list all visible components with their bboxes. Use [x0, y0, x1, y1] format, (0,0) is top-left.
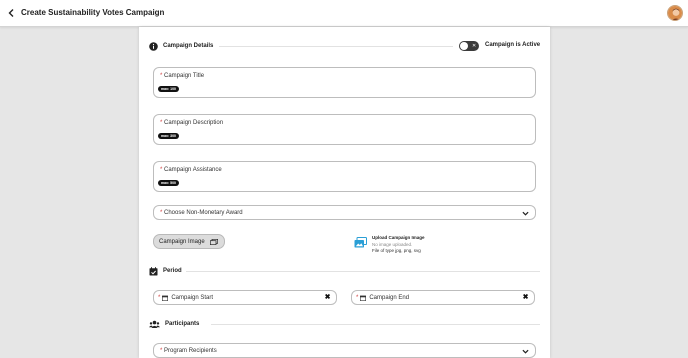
required-marker: * [160, 167, 163, 173]
required-marker: * [160, 210, 163, 216]
campaign-assistance-label: * Campaign Assistance [160, 167, 222, 173]
section-campaign-details: Campaign Details [149, 40, 213, 52]
select-placeholder-text: Program Recipients [164, 348, 217, 354]
select-placeholder: * Program Recipients [160, 348, 217, 354]
chevron-down-icon [522, 349, 529, 354]
max-length-badge: max: 500 [158, 180, 179, 186]
page-title: Create Sustainability Votes Campaign [21, 8, 165, 17]
toggle-knob [460, 42, 468, 50]
non-monetary-award-select[interactable]: * Choose Non-Monetary Award [153, 205, 536, 220]
max-length-badge: max: 300 [158, 133, 179, 139]
chevron-left-icon [8, 9, 14, 17]
campaign-active-toggle[interactable]: ✕ [459, 41, 479, 51]
campaign-end-date-field[interactable]: * Campaign End ✖ [351, 290, 535, 305]
campaign-description-field[interactable]: * Campaign Description max: 300 [153, 114, 536, 145]
upload-status: No image uploaded. [372, 242, 413, 247]
campaign-assistance-field[interactable]: * Campaign Assistance max: 500 [153, 161, 536, 192]
upload-image-icon[interactable] [354, 237, 367, 248]
section-label-period: Period [163, 268, 182, 274]
campaign-end-label: * Campaign End [356, 295, 409, 301]
upload-file-types: File of type jpg, png, svg [372, 248, 421, 253]
select-placeholder: * Choose Non-Monetary Award [160, 210, 243, 216]
campaign-title-field[interactable]: * Campaign Title max: 100 [153, 67, 536, 98]
close-icon: ✕ [472, 43, 477, 49]
required-marker: * [160, 348, 163, 354]
field-label-text: Campaign Assistance [164, 167, 222, 173]
calendar-check-icon [149, 266, 158, 276]
section-period: Period [149, 265, 182, 277]
calendar-icon [162, 295, 169, 301]
upload-title: Upload Campaign Image [372, 235, 425, 240]
back-button[interactable] [4, 6, 18, 20]
users-icon [149, 320, 160, 329]
divider [186, 271, 540, 272]
campaign-image-button[interactable]: Campaign Image [153, 234, 225, 249]
divider [219, 46, 453, 47]
images-icon [210, 239, 218, 245]
clear-date-button[interactable]: ✖ [324, 294, 331, 301]
info-circle-icon [149, 41, 158, 51]
max-length-badge: max: 100 [158, 86, 179, 92]
campaign-title-label: * Campaign Title [160, 73, 204, 79]
divider [211, 324, 540, 325]
select-placeholder-text: Choose Non-Monetary Award [164, 210, 243, 216]
clear-date-button[interactable]: ✖ [522, 294, 529, 301]
field-label-text: Campaign Description [164, 120, 224, 126]
required-marker: * [356, 295, 359, 301]
section-label-participants: Participants [165, 321, 200, 327]
date-label-text: Campaign Start [171, 295, 214, 301]
section-label-campaign-details: Campaign Details [163, 43, 214, 49]
campaign-form-card: Campaign Details ✕ Campaign is Active * … [139, 27, 550, 358]
campaign-start-date-field[interactable]: * Campaign Start ✖ [153, 290, 337, 305]
campaign-active-label: Campaign is Active [485, 42, 541, 48]
campaign-description-label: * Campaign Description [160, 120, 223, 126]
campaign-start-label: * Campaign Start [158, 295, 213, 301]
required-marker: * [160, 120, 163, 126]
date-label-text: Campaign End [369, 295, 410, 301]
campaign-image-button-label: Campaign Image [159, 238, 205, 245]
user-avatar[interactable] [667, 5, 683, 21]
required-marker: * [160, 73, 163, 79]
required-marker: * [158, 295, 161, 301]
top-bar: Create Sustainability Votes Campaign [0, 0, 688, 27]
section-participants: Participants [149, 318, 199, 330]
chevron-down-icon [522, 211, 529, 216]
field-label-text: Campaign Title [164, 73, 205, 79]
program-recipients-select[interactable]: * Program Recipients [153, 343, 536, 358]
calendar-icon [360, 295, 367, 301]
